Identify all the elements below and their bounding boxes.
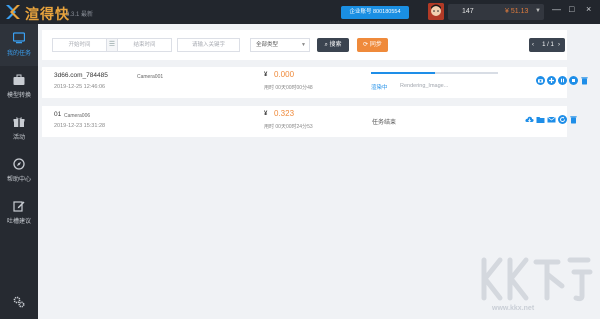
sidebar-item-my-tasks[interactable]: 我的任务 [0,24,38,66]
stop-icon[interactable] [569,76,578,85]
task-price: 0.323 [274,109,295,118]
caret-down-icon: ▼ [535,8,541,14]
sidebar-item-model-convert[interactable]: 模型转换 [0,66,38,108]
render-progress-bar [371,72,498,74]
close-button[interactable]: × [586,4,591,14]
sync-button-label: 同步 [369,42,382,48]
briefcase-icon [13,74,25,85]
sidebar-item-help[interactable]: 帮助中心 [0,150,38,192]
account-balance: ¥ 51.13 [505,8,529,15]
task-row[interactable]: 01 Camera006 2019-12-23 15:31:28 ¥ 0.323… [42,106,577,137]
sidebar-item-feedback[interactable]: 吐槽建议 [0,192,38,234]
user-id: 147 [462,8,474,15]
type-select[interactable]: 全部类型 ▼ [250,38,310,52]
user-menu[interactable]: 147 ¥ 51.13 ▼ [448,4,544,20]
task-price: 0.000 [274,70,295,79]
avatar-image [428,3,444,20]
sync-button[interactable]: ⟳ 同步 [357,38,388,52]
mail-icon[interactable] [547,115,556,124]
compass-icon [13,158,25,170]
task-status: 任务结束 [372,120,397,126]
chevron-down-icon: ▼ [301,42,306,48]
currency-symbol: ¥ [264,72,268,78]
title-bar: 渲得快 3.3.1 最新 企业账号 800180554 147 ¥ 51.13 … [0,0,600,24]
folder-icon[interactable] [536,115,545,124]
task-name: 3d66.com_784485 [54,72,108,79]
sidebar: 我的任务 模型转换 活动 帮助中心 吐槽建议 [0,24,38,319]
delete-icon[interactable] [569,115,578,124]
enterprise-account-button[interactable]: 企业账号 800180554 [341,6,409,19]
search-button-label: 搜索 [329,42,342,48]
app-name: 渲得快 [25,6,70,22]
sidebar-item-label: 帮助中心 [6,177,31,183]
monitor-icon [13,32,25,44]
sidebar-item-label: 模型转换 [6,93,31,99]
start-date-input[interactable]: 开始时间 [52,38,107,52]
search-icon: ⌕ [324,42,328,48]
currency-symbol: ¥ [264,111,268,117]
pause-icon[interactable] [558,76,567,85]
type-select-value: 全部类型 [256,42,279,48]
task-duration: 用时 00天00时24分53 [264,124,313,130]
task-date: 2019-12-25 12:46:06 [54,84,106,90]
avatar[interactable] [428,3,444,20]
sidebar-item-activity[interactable]: 活动 [0,108,38,150]
sidebar-item-label: 我的任务 [6,51,31,57]
task-duration: 用时 00天00时00分48 [264,85,313,91]
edit-icon [13,201,25,212]
camera-icon[interactable] [536,76,545,85]
retry-icon[interactable] [558,115,567,124]
end-date-input[interactable]: 结束时间 [117,38,172,52]
task-date: 2019-12-23 15:31:28 [54,123,106,129]
task-sub-status: Rendering_Image... [400,83,449,89]
refresh-icon: ⟳ [363,42,369,48]
sidebar-item-label: 活动 [12,135,25,141]
download-icon[interactable] [525,115,534,124]
prev-page-button[interactable]: ‹ [532,38,534,52]
task-camera: Camera001 [137,74,164,80]
keyword-search-input[interactable]: 请输入关键字 [177,38,240,52]
gift-icon [13,117,25,127]
next-page-button[interactable]: › [558,38,560,52]
task-row[interactable]: 3d66.com_784485 Camera001 2019-12-25 12:… [42,67,588,98]
app-version: 3.3.1 最新 [66,12,94,18]
page-indicator: 1 / 1 [542,42,554,48]
add-icon[interactable] [547,76,556,85]
watermark-logo [481,257,593,302]
task-camera: Camera006 [64,113,91,119]
gears-icon[interactable] [13,296,25,308]
render-progress-fill [371,72,435,74]
sidebar-item-label: 吐槽建议 [6,219,31,225]
filter-toolbar: 开始时间 ☰ 结束时间 请输入关键字 全部类型 ▼ ⌕ 搜索 ⟳ 同步 ‹ 1 … [42,30,567,60]
delete-icon[interactable] [580,76,589,85]
watermark-url: www.kkx.net [492,305,535,312]
maximize-button[interactable]: □ [569,4,574,14]
task-status: 渲染中 [371,85,388,91]
search-button[interactable]: ⌕ 搜索 [317,38,349,52]
minimize-button[interactable]: — [552,4,561,14]
task-name: 01 [54,111,62,118]
app-logo-icon [6,5,20,19]
